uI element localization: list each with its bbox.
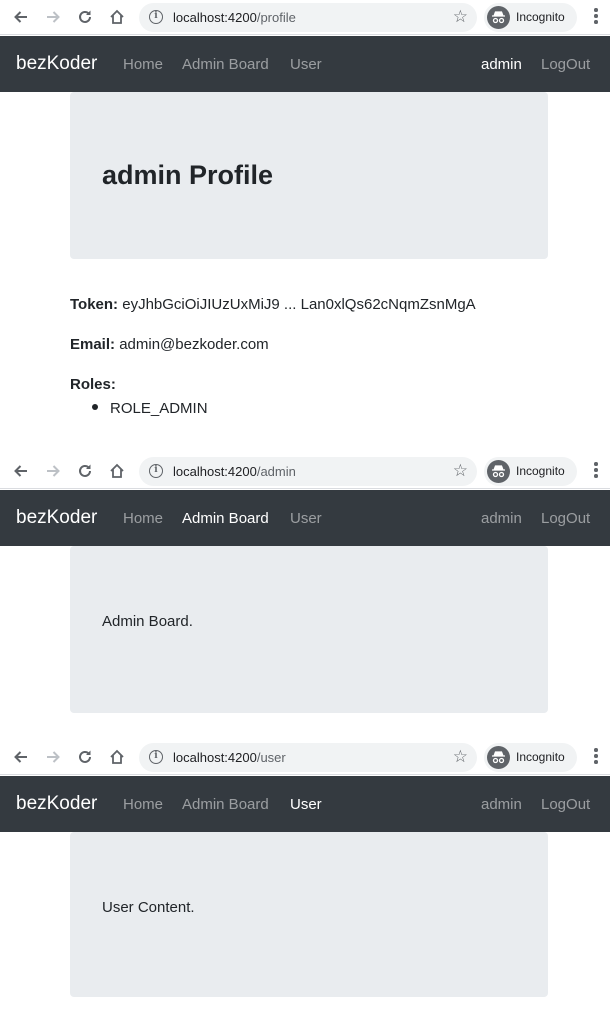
app-navbar: bezKoder Home Admin Board User admin Log… [0, 776, 610, 832]
browser-menu-icon[interactable] [588, 748, 604, 768]
forward-arrow-icon[interactable] [41, 459, 65, 483]
brand-link[interactable]: bezKoder [16, 793, 97, 815]
app-navbar: bezKoder Home Admin Board User admin Log… [0, 490, 610, 546]
bookmark-star-icon[interactable]: ☆ [453, 461, 468, 481]
roles-label: Roles: [70, 376, 116, 393]
incognito-badge[interactable]: Incognito [484, 3, 577, 32]
info-icon[interactable]: i [149, 464, 163, 478]
address-bar[interactable]: i localhost:4200/profile ☆ [139, 3, 477, 32]
nav-user-link[interactable]: User [290, 510, 322, 527]
incognito-icon [487, 460, 510, 483]
nav-home-link[interactable]: Home [123, 510, 163, 527]
profile-heading: admin Profile [102, 160, 274, 190]
info-icon[interactable]: i [149, 750, 163, 764]
profile-jumbotron: admin Profile [70, 92, 548, 259]
user-screenshot: i localhost:4200/user ☆ Incognito bezKod… [0, 740, 610, 1024]
nav-admin-board-link[interactable]: Admin Board [182, 56, 269, 73]
address-bar[interactable]: i localhost:4200/admin ☆ [139, 457, 477, 486]
home-icon[interactable] [105, 5, 129, 29]
nav-admin-board-link[interactable]: Admin Board [182, 796, 269, 813]
app-navbar: bezKoder Home Admin Board User admin Log… [0, 36, 610, 92]
incognito-badge[interactable]: Incognito [484, 743, 577, 772]
token-value: eyJhbGciOiJIUzUxMiJ9 ... Lan0xlQs62cNqmZ… [122, 296, 476, 313]
incognito-icon [487, 746, 510, 769]
url-text[interactable]: localhost:4200/profile [173, 10, 296, 25]
browser-menu-icon[interactable] [588, 8, 604, 28]
nav-logout-link[interactable]: LogOut [541, 796, 590, 813]
incognito-label: Incognito [516, 464, 565, 478]
url-text[interactable]: localhost:4200/user [173, 750, 286, 765]
reload-icon[interactable] [73, 745, 97, 769]
incognito-badge[interactable]: Incognito [484, 457, 577, 486]
nav-profile-username-link[interactable]: admin [481, 796, 522, 813]
bookmark-star-icon[interactable]: ☆ [453, 747, 468, 767]
brand-link[interactable]: bezKoder [16, 53, 97, 75]
brand-link[interactable]: bezKoder [16, 507, 97, 529]
nav-user-link[interactable]: User [290, 796, 322, 813]
incognito-label: Incognito [516, 10, 565, 24]
back-arrow-icon[interactable] [9, 459, 33, 483]
info-icon[interactable]: i [149, 10, 163, 24]
nav-profile-username-link[interactable]: admin [481, 56, 522, 73]
forward-arrow-icon[interactable] [41, 5, 65, 29]
nav-user-link[interactable]: User [290, 56, 322, 73]
nav-home-link[interactable]: Home [123, 56, 163, 73]
nav-profile-username-link[interactable]: admin [481, 510, 522, 527]
profile-screenshot: i localhost:4200/profile ☆ Incognito bez… [0, 0, 610, 454]
bookmark-star-icon[interactable]: ☆ [453, 7, 468, 27]
reload-icon[interactable] [73, 5, 97, 29]
incognito-icon [487, 6, 510, 29]
reload-icon[interactable] [73, 459, 97, 483]
admin-screenshot: i localhost:4200/admin ☆ Incognito bezKo… [0, 454, 610, 740]
email-field: Email: admin@bezkoder.com [70, 336, 269, 353]
incognito-label: Incognito [516, 750, 565, 764]
back-arrow-icon[interactable] [9, 745, 33, 769]
role-list-item: ROLE_ADMIN [92, 400, 208, 417]
browser-menu-icon[interactable] [588, 462, 604, 482]
user-content-jumbotron: User Content. [70, 832, 548, 997]
nav-admin-board-link[interactable]: Admin Board [182, 510, 269, 527]
nav-logout-link[interactable]: LogOut [541, 56, 590, 73]
url-text[interactable]: localhost:4200/admin [173, 464, 296, 479]
address-bar[interactable]: i localhost:4200/user ☆ [139, 743, 477, 772]
back-arrow-icon[interactable] [9, 5, 33, 29]
home-icon[interactable] [105, 745, 129, 769]
forward-arrow-icon[interactable] [41, 745, 65, 769]
user-content-text: User Content. [102, 899, 195, 916]
token-field: Token: eyJhbGciOiJIUzUxMiJ9 ... Lan0xlQs… [70, 296, 476, 313]
admin-board-content: Admin Board. [102, 613, 193, 630]
browser-toolbar: i localhost:4200/profile ☆ Incognito [0, 0, 610, 35]
admin-board-jumbotron: Admin Board. [70, 546, 548, 713]
browser-toolbar: i localhost:4200/admin ☆ Incognito [0, 454, 610, 489]
nav-home-link[interactable]: Home [123, 796, 163, 813]
email-value: admin@bezkoder.com [119, 336, 269, 353]
home-icon[interactable] [105, 459, 129, 483]
browser-toolbar: i localhost:4200/user ☆ Incognito [0, 740, 610, 775]
nav-logout-link[interactable]: LogOut [541, 510, 590, 527]
